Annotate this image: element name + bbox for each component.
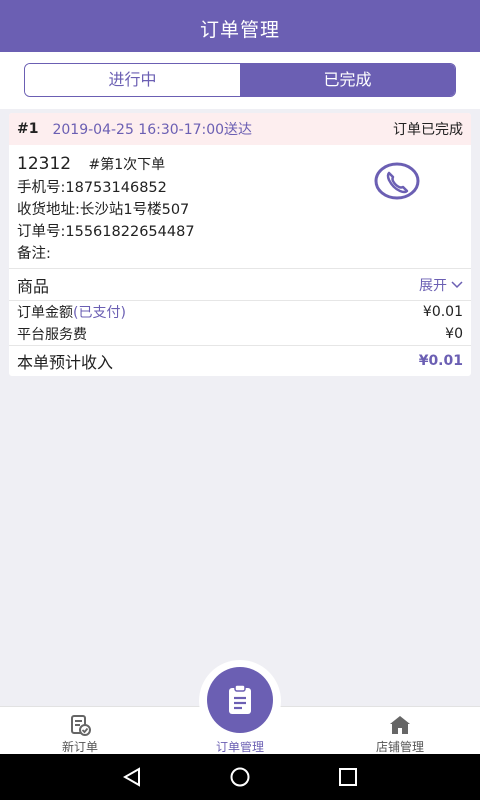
tab-bar-container: 进行中 已完成 bbox=[0, 52, 480, 109]
amount-value: ¥0.01 bbox=[422, 304, 463, 320]
back-icon[interactable] bbox=[120, 766, 144, 788]
order-card-header: #1 2019-04-25 16:30-17:00送达 订单已完成 bbox=[9, 113, 471, 145]
clipboard-icon bbox=[229, 684, 251, 714]
expand-label: 展开 bbox=[419, 277, 447, 294]
tabbar-label-new-order: 新订单 bbox=[61, 740, 98, 754]
delivery-address: 收货地址:长沙站1号楼507 bbox=[17, 202, 190, 218]
amount-row: 订单金额(已支付) ¥0.01 bbox=[9, 301, 471, 323]
order-code: 12312 bbox=[17, 154, 72, 174]
tabbar-item-shop-management[interactable]: 店铺管理 bbox=[320, 707, 480, 755]
amount-label: 订单金额 bbox=[17, 305, 73, 321]
shop-icon bbox=[390, 716, 410, 734]
order-status: 订单已完成 bbox=[393, 122, 463, 138]
paid-label: (已支付) bbox=[73, 305, 126, 321]
status-bar bbox=[0, 0, 480, 8]
segmented-tabs: 进行中 已完成 bbox=[24, 63, 456, 97]
order-info: 12312 #第1次下单 手机号:18753146852 收货地址:长沙站1号楼… bbox=[9, 145, 471, 268]
amount-label-wrap: 订单金额(已支付) bbox=[17, 302, 423, 322]
phone-icon[interactable] bbox=[373, 161, 421, 201]
tabbar-label-shop-management: 店铺管理 bbox=[375, 740, 424, 754]
goods-row: 商品 展开 bbox=[9, 269, 471, 300]
service-fee-row: 平台服务费 ¥0 bbox=[9, 323, 471, 345]
delivery-time: 2019-04-25 16:30-17:00送达 bbox=[52, 122, 253, 138]
chevron-down-icon bbox=[451, 280, 463, 288]
income-value: ¥0.01 bbox=[418, 353, 463, 369]
order-index: #1 bbox=[17, 121, 39, 137]
new-order-icon bbox=[71, 715, 91, 736]
order-remark: 备注: bbox=[17, 246, 51, 262]
recents-icon[interactable] bbox=[336, 766, 360, 788]
order-times: #第1次下单 bbox=[88, 157, 166, 173]
page-title: 订单管理 bbox=[0, 8, 480, 52]
tab-completed[interactable]: 已完成 bbox=[240, 64, 455, 96]
income-row: 本单预计收入 ¥0.01 bbox=[9, 346, 471, 376]
order-management-fab[interactable] bbox=[207, 667, 273, 733]
order-card[interactable]: #1 2019-04-25 16:30-17:00送达 订单已完成 12312 … bbox=[9, 113, 471, 376]
home-icon[interactable] bbox=[228, 766, 252, 788]
service-fee-label: 平台服务费 bbox=[17, 327, 87, 343]
income-label: 本单预计收入 bbox=[17, 353, 114, 372]
tab-in-progress[interactable]: 进行中 bbox=[25, 64, 240, 96]
order-number: 订单号:15561822654487 bbox=[17, 224, 195, 240]
expand-button[interactable]: 展开 bbox=[419, 275, 463, 295]
service-fee-value: ¥0 bbox=[445, 326, 463, 342]
tabbar-item-new-order[interactable]: 新订单 bbox=[0, 707, 160, 755]
goods-label: 商品 bbox=[17, 276, 50, 296]
system-nav-bar bbox=[0, 754, 480, 800]
